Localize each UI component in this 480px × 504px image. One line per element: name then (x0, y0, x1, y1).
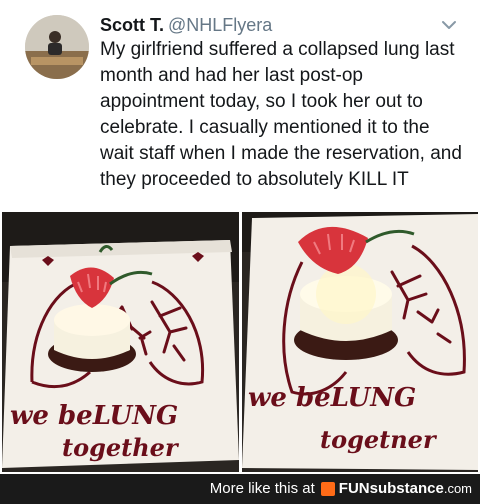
footer-prefix: More like this at (209, 480, 315, 497)
author-avatar[interactable] (25, 15, 89, 79)
chevron-down-icon[interactable] (440, 18, 458, 32)
logo-com: .com (443, 481, 472, 496)
tweet-card: Scott T. @NHLFlyera My girlfriend suffere… (0, 0, 480, 212)
dessert-photo-left[interactable]: we beLUNG together (2, 212, 239, 472)
logo-fun: FUN (338, 480, 370, 497)
footer-link[interactable]: More like this at FUN substance .com (210, 480, 472, 498)
logo-substance: substance (369, 480, 444, 497)
funsubstance-logo-icon (320, 482, 335, 496)
author-name[interactable]: Scott T. (100, 15, 164, 35)
dessert-message-line2: togetner (320, 425, 438, 454)
dessert-message-line1: we beLUNG (248, 383, 416, 413)
tweet-photos: we beLUNG together we beLUNG togetner (0, 212, 480, 474)
tweet-text: My girlfriend suffered a collapsed lung … (100, 39, 462, 190)
watermark-footer: More like this at FUN substance .com (0, 474, 480, 504)
avatar-photo-icon (25, 15, 89, 79)
author-handle[interactable]: @NHLFlyera (168, 15, 272, 35)
dessert-message-line1: we beLUNG (10, 401, 178, 431)
dessert-message-line2: together (62, 433, 180, 462)
dessert-photo-right[interactable]: we beLUNG togetner (242, 212, 478, 472)
tweet-header: Scott T. @NHLFlyera (100, 14, 272, 36)
